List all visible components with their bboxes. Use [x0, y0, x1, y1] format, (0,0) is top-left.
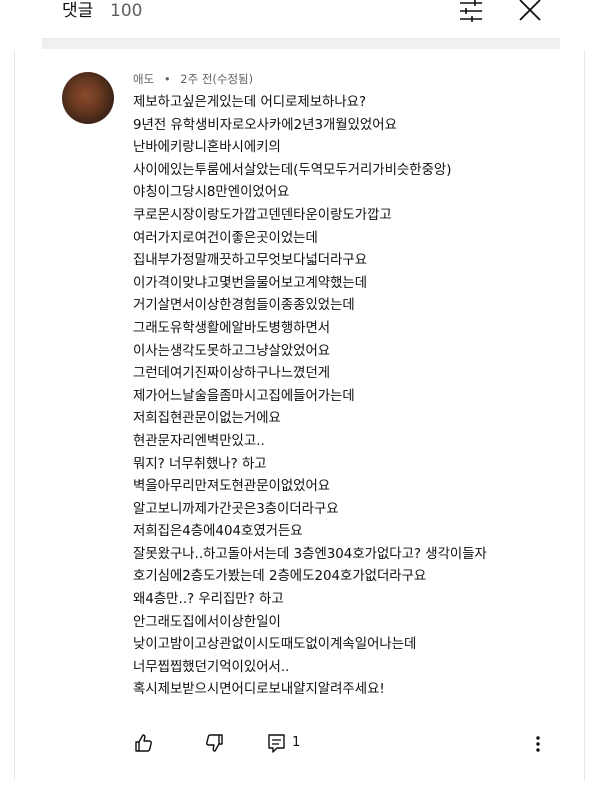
comment-line: 이사는생각도못하고그냥살았었어요	[133, 343, 331, 359]
header-divider	[42, 38, 560, 49]
comment-line: 안그래도집에서이상한일이	[133, 614, 281, 630]
sort-filter-icon[interactable]	[458, 0, 484, 22]
comment-line: 너무찝찝했던기억이있어서..	[133, 659, 290, 675]
comment-line: 집내부가정말깨끗하고무엇보다넓더라구요	[133, 253, 368, 269]
thumbs-up-icon	[135, 734, 152, 752]
comments-header: 댓글 100	[0, 0, 600, 36]
comment-line: 저희집은4층에404호였거든요	[133, 524, 303, 540]
comment-body: 제보하고싶은게있는데 어디로제보하나요? 9년전 유학생비자로오사카에2년3개월있…	[133, 92, 573, 702]
comment-line: 낮이고밤이고상관없이시도때도없이계속일어나는데	[133, 637, 417, 653]
like-button[interactable]	[133, 732, 155, 754]
comment-line: 벽을아무리만져도현관문이없었어요	[133, 479, 331, 495]
comment-line: 알고보니까제가간곳은3층이더라구요	[133, 501, 339, 517]
comment-line: 야칭이그당시8만엔이었어요	[133, 185, 290, 201]
comment-line: 사이에있는투룸에서살았는데(두역모두거리가비슷한중앙)	[133, 162, 452, 178]
comments-count: 100	[110, 1, 143, 21]
comment-time: 2주 전(수정됨)	[180, 72, 254, 86]
comment-line: 혹시제보받으시면어디로보내얄지알려주세요!	[133, 682, 385, 698]
reply-button[interactable]	[267, 732, 287, 754]
comment-line: 이가격이맞냐고몇번을물어보고계약했는데	[133, 275, 368, 291]
comment-line: 호기심에2층도가봤는데 2층에도204호가없더라구요	[133, 569, 427, 585]
comment-line: 제가어느날술을좀마시고집에들어가는데	[133, 388, 355, 404]
comment-meta: 애도 • 2주 전(수정됨)	[133, 72, 253, 86]
comment-line: 제보하고싶은게있는데 어디로제보하나요?	[133, 95, 367, 110]
comment-line: 그래도유학생활에알바도병행하면서	[133, 320, 331, 336]
comment-line: 현관문자리엔벽만있고..	[133, 433, 265, 449]
comment-line: 왜4층만..? 우리집만? 하고	[133, 592, 284, 608]
card-border-right	[584, 50, 585, 780]
comment-line: 여러가지로여건이좋은곳이었는데	[133, 230, 318, 246]
dislike-button[interactable]	[203, 732, 225, 754]
comment-line: 거기살면서이상한경험들이종종있었는데	[133, 298, 355, 314]
reply-count[interactable]: 1	[292, 733, 300, 753]
comments-title: 댓글	[62, 1, 94, 21]
comment-line: 9년전 유학생비자로오사카에2년3개월있었어요	[133, 117, 397, 133]
comment-line: 저희집현관문이없는거에요	[133, 411, 281, 427]
meta-separator: •	[163, 72, 171, 86]
comment-actions: 1	[133, 732, 553, 754]
comment-line: 그런데여기진짜이상하구나느꼈던게	[133, 366, 331, 382]
reply-icon	[268, 734, 285, 753]
comment-author[interactable]: 애도	[133, 72, 154, 86]
card-border-left	[14, 50, 15, 780]
avatar[interactable]	[62, 72, 114, 124]
comment-line: 쿠로몬시장이랑도가깝고덴덴타운이랑도가깝고	[133, 207, 392, 223]
comment-line: 난바에키랑니혼바시에키의	[133, 140, 281, 156]
close-icon[interactable]	[518, 0, 542, 22]
more-vertical-icon[interactable]	[528, 734, 548, 754]
thumbs-down-icon	[206, 734, 223, 752]
comment-line: 잘못왔구나..하고돌아서는데 3층엔304호가없다고? 생각이들자	[133, 546, 487, 562]
comment-line: 뭐지? 너무취했나? 하고	[133, 456, 267, 472]
